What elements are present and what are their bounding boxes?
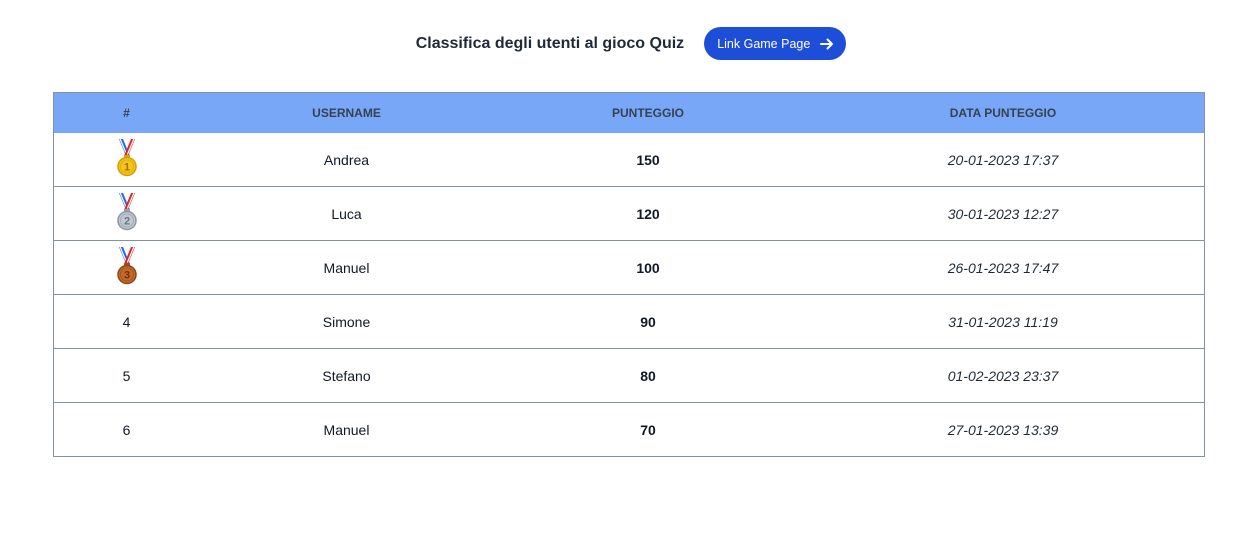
rank-cell: 2 xyxy=(54,186,199,241)
date-cell: 27-01-2023 13:39 xyxy=(802,402,1204,456)
table-row: 6 Manuel 70 27-01-2023 13:39 xyxy=(54,402,1204,456)
silver-medal-rank: 2 xyxy=(123,216,129,228)
username-cell: Stefano xyxy=(199,348,494,403)
table-row: 5 Stefano 80 01-02-2023 23:37 xyxy=(54,348,1204,403)
page-title: Classifica degli utenti al gioco Quiz xyxy=(415,34,685,52)
score-cell: 70 xyxy=(494,402,802,456)
table-row: 3 Manuel 100 26-01-2023 17:47 xyxy=(54,240,1204,295)
gold-medal-rank: 1 xyxy=(123,162,129,174)
column-header-date: DATA PUNTEGGIO xyxy=(949,106,1057,120)
column-header-rank: # xyxy=(123,106,130,120)
date-cell: 31-01-2023 11:19 xyxy=(802,294,1204,349)
date-cell: 01-02-2023 23:37 xyxy=(802,348,1204,403)
rank-cell: 5 xyxy=(54,348,199,403)
score-cell: 120 xyxy=(494,186,802,241)
rank-cell: 4 xyxy=(54,294,199,349)
rank-cell: 1 xyxy=(54,133,199,187)
date-cell: 26-01-2023 17:47 xyxy=(802,240,1204,295)
rank-cell: 3 xyxy=(54,240,199,295)
date-cell: 30-01-2023 12:27 xyxy=(802,186,1204,241)
page-header: Classifica degli utenti al gioco Quiz Li… xyxy=(0,27,1248,60)
username-cell: Luca xyxy=(199,186,494,241)
table-row: 2 Luca 120 30-01-2023 12:27 xyxy=(54,186,1204,241)
arrow-right-icon xyxy=(820,37,834,51)
username-cell: Simone xyxy=(199,294,494,349)
username-cell: Manuel xyxy=(199,240,494,295)
username-cell: Manuel xyxy=(199,402,494,456)
leaderboard-table: # USERNAME PUNTEGGIO DATA PUNTEGGIO 1 An… xyxy=(53,92,1205,457)
username-cell: Andrea xyxy=(323,151,370,168)
score-cell: 150 xyxy=(636,151,660,168)
date-cell: 20-01-2023 17:37 xyxy=(947,151,1059,168)
bronze-medal-rank: 3 xyxy=(123,270,129,282)
link-game-page-label: Link Game Page xyxy=(717,36,811,51)
table-row: 4 Simone 90 31-01-2023 11:19 xyxy=(54,294,1204,349)
bronze-medal-icon: 3 xyxy=(115,246,139,288)
silver-medal-icon: 2 xyxy=(115,192,139,234)
rank-cell: 6 xyxy=(54,402,199,456)
score-cell: 80 xyxy=(494,348,802,403)
column-header-score: PUNTEGGIO xyxy=(611,106,684,120)
table-row: 1 Andrea 150 20-01-2023 17:37 xyxy=(54,133,1204,187)
score-cell: 90 xyxy=(494,294,802,349)
gold-medal-icon: 1 xyxy=(115,138,139,180)
column-header-username: USERNAME xyxy=(312,106,381,120)
link-game-page-button[interactable]: Link Game Page xyxy=(704,27,847,60)
score-cell: 100 xyxy=(494,240,802,295)
table-header-row: # USERNAME PUNTEGGIO DATA PUNTEGGIO xyxy=(54,93,1204,133)
